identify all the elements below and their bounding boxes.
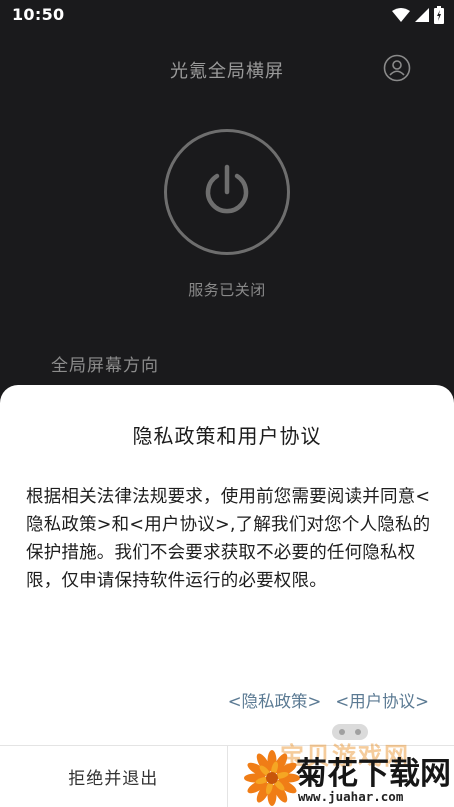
battery-icon — [434, 6, 444, 24]
status-time: 10:50 — [12, 5, 65, 24]
service-status-text: 服务已关闭 — [188, 281, 266, 299]
dialog-button-row: 拒绝并退出 — [0, 745, 454, 807]
user-agreement-link[interactable]: <用户协议> — [335, 688, 429, 712]
section-label-orientation: 全局屏幕方向 — [51, 356, 159, 376]
power-icon — [205, 164, 249, 214]
dialog-title: 隐私政策和用户协议 — [132, 424, 322, 448]
privacy-policy-link[interactable]: <隐私政策> — [228, 688, 322, 712]
status-bar: 10:50 — [0, 0, 454, 32]
user-profile-icon — [383, 54, 411, 82]
cellular-icon — [415, 8, 429, 22]
dialog-links: <隐私政策> <用户协议> — [228, 688, 429, 712]
privacy-dialog: 隐私政策和用户协议 根据相关法律法规要求，使用前您需要阅读并同意<隐私政策>和<… — [0, 385, 454, 807]
wifi-icon — [392, 8, 410, 22]
status-icons — [392, 6, 444, 24]
screen: 10:50 光氪全局横屏 服务已关闭 全局屏幕方向 隐私政策和用户协议 根据相关… — [0, 0, 454, 807]
reject-exit-button[interactable]: 拒绝并退出 — [0, 746, 228, 807]
user-profile-button[interactable] — [383, 54, 411, 82]
accept-button[interactable] — [228, 746, 454, 807]
dialog-body: 根据相关法律法规要求，使用前您需要阅读并同意<隐私政策>和<用户协议>,了解我们… — [26, 487, 431, 591]
power-toggle-button[interactable] — [164, 129, 290, 255]
